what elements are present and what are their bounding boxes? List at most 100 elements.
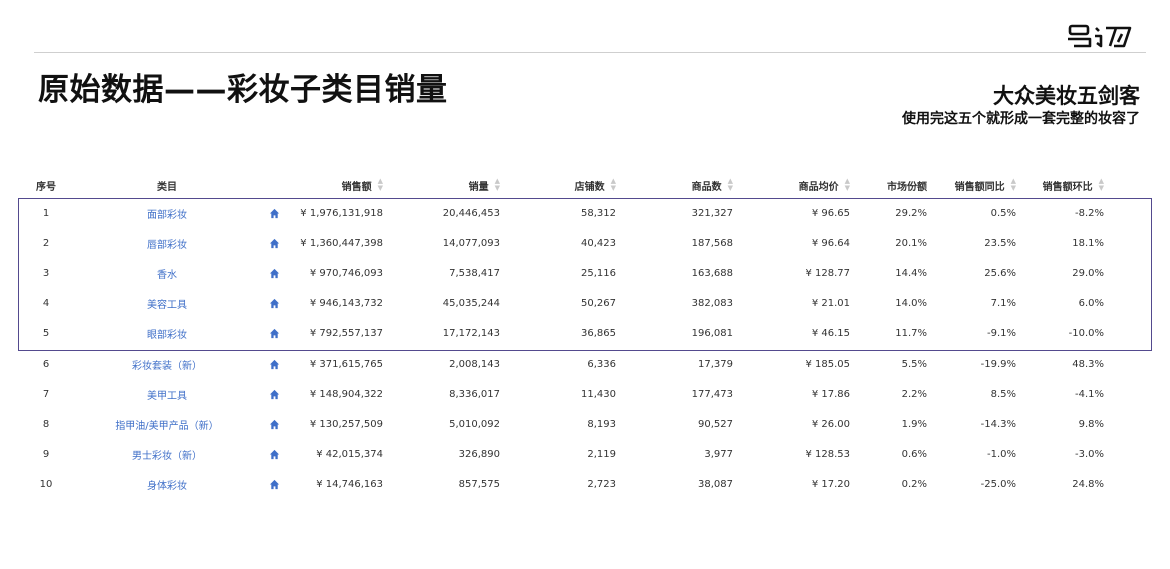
section-caption: 使用完这五个就形成一套完整的妆容了 [902, 111, 1140, 127]
category-link[interactable]: 身体彩妆 [82, 470, 252, 500]
share-value: 2.2% [901, 388, 927, 400]
category-link[interactable]: 眼部彩妆 [82, 319, 252, 349]
home-icon[interactable] [266, 349, 282, 379]
table-row: 6 彩妆套装（新） ¥ 371,615,765 2,008,143 6,336 17,37… [22, 349, 1132, 379]
category-link[interactable]: 唇部彩妆 [82, 228, 252, 258]
sort-icon[interactable]: ▲ ▼ [378, 178, 383, 192]
yoy-value: 8.5% [990, 388, 1016, 400]
category-link[interactable]: 香水 [82, 258, 252, 288]
share-value: 1.9% [901, 418, 927, 430]
row-index: 10 [39, 479, 53, 491]
col-header-yoy-label: 销售额同比 [954, 181, 1005, 193]
avg-price-value: ¥ 128.77 [805, 267, 850, 279]
page-title: 原始数据——彩妆子类目销量 [38, 72, 448, 108]
volume-value: 2,008,143 [449, 358, 500, 370]
home-icon[interactable] [266, 470, 282, 500]
home-icon[interactable] [266, 289, 282, 319]
volume-value: 326,890 [458, 449, 500, 461]
table-row: 7 美甲工具 ¥ 148,904,322 8,336,017 11,430 177,473… [22, 379, 1132, 409]
col-header-shops[interactable]: 店铺数 ▲ ▼ [522, 172, 616, 198]
col-header-idx: 序号 [36, 181, 56, 193]
products-value: 163,688 [691, 267, 733, 279]
col-header-sales-label: 销售额 [341, 181, 372, 193]
share-value: 14.0% [895, 298, 927, 310]
col-header-yoy[interactable]: 销售额同比 ▲ ▼ [942, 172, 1016, 198]
products-value: 382,083 [691, 298, 733, 310]
share-value: 14.4% [895, 267, 927, 279]
home-icon[interactable] [266, 228, 282, 258]
sales-value: ¥ 371,615,765 [309, 358, 383, 370]
brand-logo-icon [1068, 24, 1132, 48]
mom-value: -8.2% [1074, 207, 1104, 219]
sort-icon[interactable]: ▲ ▼ [845, 178, 850, 192]
sort-icon[interactable]: ▲ ▼ [728, 178, 733, 192]
table-header: 序号 类目 销售额 ▲ ▼ 销量 ▲ ▼ 店铺数 ▲ ▼ 商品数 ▲ ▼ 商品均价 ▲ ▼ 市场份额… [22, 172, 1132, 198]
col-header-shops-label: 店铺数 [574, 181, 605, 193]
home-icon[interactable] [266, 198, 282, 228]
volume-value: 45,035,244 [442, 298, 500, 310]
avg-price-value: ¥ 46.15 [811, 328, 850, 340]
avg-price-value: ¥ 185.05 [805, 358, 850, 370]
category-link[interactable]: 指甲油/美甲产品（新） [82, 409, 252, 439]
volume-value: 14,077,093 [442, 237, 500, 249]
shops-value: 58,312 [581, 207, 616, 219]
home-icon[interactable] [266, 409, 282, 439]
volume-value: 20,446,453 [442, 207, 500, 219]
home-icon[interactable] [266, 319, 282, 349]
col-header-avg-price[interactable]: 商品均价 ▲ ▼ [754, 172, 850, 198]
sales-value: ¥ 42,015,374 [316, 449, 383, 461]
home-icon[interactable] [266, 258, 282, 288]
products-value: 177,473 [691, 388, 733, 400]
yoy-value: 7.1% [990, 298, 1016, 310]
table-row: 5 眼部彩妆 ¥ 792,557,137 17,172,143 36,865 196,08… [22, 319, 1132, 349]
shops-value: 2,119 [587, 449, 616, 461]
shops-value: 8,193 [587, 418, 616, 430]
col-header-mom-label: 销售额环比 [1042, 181, 1093, 193]
sort-icon[interactable]: ▲ ▼ [1099, 178, 1104, 192]
sales-value: ¥ 130,257,509 [309, 418, 383, 430]
table-row: 3 香水 ¥ 970,746,093 7,538,417 25,116 163,688 ¥ … [22, 258, 1132, 288]
products-value: 38,087 [698, 479, 733, 491]
col-header-volume-label: 销量 [468, 181, 489, 193]
mom-value: 24.8% [1072, 479, 1104, 491]
col-header-products[interactable]: 商品数 ▲ ▼ [637, 172, 733, 198]
products-value: 90,527 [698, 418, 733, 430]
shops-value: 2,723 [587, 479, 616, 491]
category-link[interactable]: 男士彩妆（新） [82, 440, 252, 470]
sort-icon[interactable]: ▲ ▼ [1011, 178, 1016, 192]
yoy-value: -25.0% [980, 479, 1016, 491]
mom-value: 29.0% [1072, 267, 1104, 279]
home-icon[interactable] [266, 379, 282, 409]
mom-value: 9.8% [1078, 418, 1104, 430]
avg-price-value: ¥ 96.64 [811, 237, 850, 249]
share-value: 20.1% [895, 237, 927, 249]
sort-icon[interactable]: ▲ ▼ [611, 178, 616, 192]
sales-value: ¥ 1,976,131,918 [300, 207, 383, 219]
sort-icon[interactable]: ▲ ▼ [495, 178, 500, 192]
col-header-sales[interactable]: 销售额 ▲ ▼ [287, 172, 383, 198]
avg-price-value: ¥ 17.86 [811, 388, 850, 400]
volume-value: 8,336,017 [449, 388, 500, 400]
share-value: 11.7% [895, 328, 927, 340]
category-link[interactable]: 美容工具 [82, 289, 252, 319]
sales-value: ¥ 14,746,163 [316, 479, 383, 491]
yoy-value: 0.5% [990, 207, 1016, 219]
shops-value: 36,865 [581, 328, 616, 340]
row-index: 8 [42, 418, 50, 430]
category-link[interactable]: 面部彩妆 [82, 198, 252, 228]
col-header-avg-price-label: 商品均价 [798, 181, 839, 193]
sales-value: ¥ 970,746,093 [309, 267, 383, 279]
share-value: 29.2% [895, 207, 927, 219]
col-header-volume[interactable]: 销量 ▲ ▼ [402, 172, 500, 198]
table-row: 8 指甲油/美甲产品（新） ¥ 130,257,509 5,010,092 8,193 9… [22, 409, 1132, 439]
avg-price-value: ¥ 26.00 [811, 418, 850, 430]
home-icon[interactable] [266, 440, 282, 470]
table-row: 1 面部彩妆 ¥ 1,976,131,918 20,446,453 58,312 321,… [22, 198, 1132, 228]
category-link[interactable]: 美甲工具 [82, 379, 252, 409]
sales-value: ¥ 1,360,447,398 [300, 237, 383, 249]
category-link[interactable]: 彩妆套装（新） [82, 349, 252, 379]
products-value: 321,327 [691, 207, 733, 219]
sales-value: ¥ 946,143,732 [309, 298, 383, 310]
col-header-mom[interactable]: 销售额环比 ▲ ▼ [1030, 172, 1104, 198]
shops-value: 6,336 [587, 358, 616, 370]
